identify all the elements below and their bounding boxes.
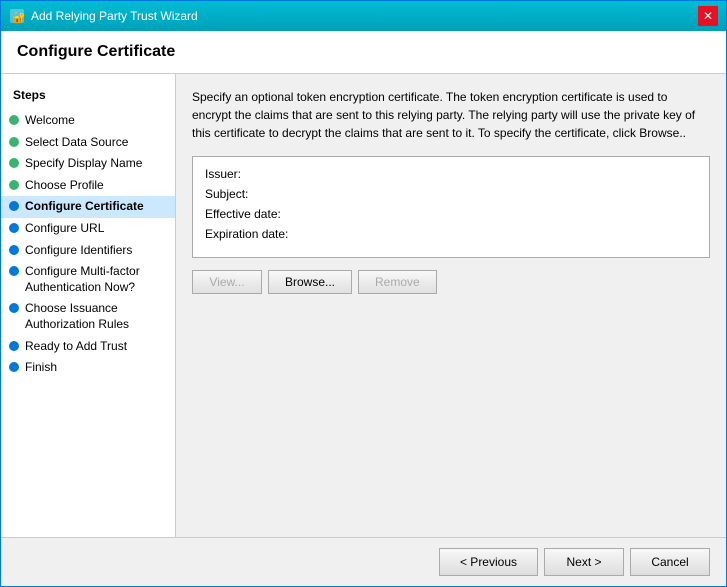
description-text: Specify an optional token encryption cer…: [192, 88, 710, 142]
sidebar-label-configure-identifiers: Configure Identifiers: [25, 243, 132, 259]
previous-button[interactable]: < Previous: [439, 548, 538, 576]
page-header: Configure Certificate: [1, 31, 726, 74]
sidebar-item-choose-issuance[interactable]: Choose Issuance Authorization Rules: [1, 298, 175, 335]
sidebar-label-finish: Finish: [25, 360, 57, 376]
sidebar-label-configure-url: Configure URL: [25, 221, 104, 237]
sidebar: Steps Welcome Select Data Source Specify…: [1, 74, 176, 537]
cert-issuer-label: Issuer:: [205, 167, 315, 181]
step-dot-configure-url: [9, 223, 19, 233]
step-dot-configure-certificate: [9, 201, 19, 211]
window-title: Add Relying Party Trust Wizard: [31, 9, 198, 23]
sidebar-label-choose-profile: Choose Profile: [25, 178, 104, 194]
sidebar-item-choose-profile[interactable]: Choose Profile: [1, 175, 175, 197]
close-button[interactable]: ✕: [698, 6, 718, 26]
sidebar-label-choose-issuance: Choose Issuance Authorization Rules: [25, 301, 167, 332]
next-button[interactable]: Next >: [544, 548, 624, 576]
step-dot-welcome: [9, 115, 19, 125]
sidebar-item-configure-url[interactable]: Configure URL: [1, 218, 175, 240]
browse-button[interactable]: Browse...: [268, 270, 352, 294]
svg-text:🔐: 🔐: [12, 11, 25, 24]
sidebar-item-configure-certificate[interactable]: Configure Certificate: [1, 196, 175, 218]
step-dot-choose-issuance: [9, 303, 19, 313]
main-window: 🔐 Add Relying Party Trust Wizard ✕ Confi…: [0, 0, 727, 587]
sidebar-title: Steps: [1, 84, 175, 110]
cert-issuer-row: Issuer:: [205, 167, 697, 181]
footer: < Previous Next > Cancel: [1, 537, 726, 586]
sidebar-label-specify-display-name: Specify Display Name: [25, 156, 142, 172]
titlebar: 🔐 Add Relying Party Trust Wizard ✕: [1, 1, 726, 31]
sidebar-item-ready-to-add[interactable]: Ready to Add Trust: [1, 336, 175, 358]
remove-button[interactable]: Remove: [358, 270, 437, 294]
step-dot-choose-profile: [9, 180, 19, 190]
cert-button-row: View... Browse... Remove: [192, 270, 710, 294]
step-dot-configure-multifactor: [9, 266, 19, 276]
view-button[interactable]: View...: [192, 270, 262, 294]
cert-subject-label: Subject:: [205, 187, 315, 201]
sidebar-label-ready-to-add: Ready to Add Trust: [25, 339, 127, 355]
cancel-button[interactable]: Cancel: [630, 548, 710, 576]
page-heading: Configure Certificate: [17, 43, 710, 61]
titlebar-left: 🔐 Add Relying Party Trust Wizard: [9, 8, 198, 24]
sidebar-label-select-data-source: Select Data Source: [25, 135, 128, 151]
step-dot-finish: [9, 362, 19, 372]
certificate-box: Issuer: Subject: Effective date: Expirat…: [192, 156, 710, 258]
cert-subject-row: Subject:: [205, 187, 697, 201]
cert-expiration-date-row: Expiration date:: [205, 227, 697, 241]
sidebar-label-welcome: Welcome: [25, 113, 75, 129]
sidebar-item-select-data-source[interactable]: Select Data Source: [1, 132, 175, 154]
sidebar-item-configure-multifactor[interactable]: Configure Multi-factor Authentication No…: [1, 261, 175, 298]
content-area: Steps Welcome Select Data Source Specify…: [1, 74, 726, 537]
step-dot-configure-identifiers: [9, 245, 19, 255]
cert-effective-date-label: Effective date:: [205, 207, 315, 221]
sidebar-label-configure-multifactor: Configure Multi-factor Authentication No…: [25, 264, 167, 295]
sidebar-item-finish[interactable]: Finish: [1, 357, 175, 379]
main-content: Specify an optional token encryption cer…: [176, 74, 726, 537]
step-dot-select-data-source: [9, 137, 19, 147]
app-icon: 🔐: [9, 8, 25, 24]
cert-effective-date-row: Effective date:: [205, 207, 697, 221]
sidebar-item-welcome[interactable]: Welcome: [1, 110, 175, 132]
sidebar-item-specify-display-name[interactable]: Specify Display Name: [1, 153, 175, 175]
sidebar-item-configure-identifiers[interactable]: Configure Identifiers: [1, 240, 175, 262]
step-dot-specify-display-name: [9, 158, 19, 168]
cert-expiration-date-label: Expiration date:: [205, 227, 315, 241]
sidebar-label-configure-certificate: Configure Certificate: [25, 199, 144, 215]
step-dot-ready-to-add: [9, 341, 19, 351]
